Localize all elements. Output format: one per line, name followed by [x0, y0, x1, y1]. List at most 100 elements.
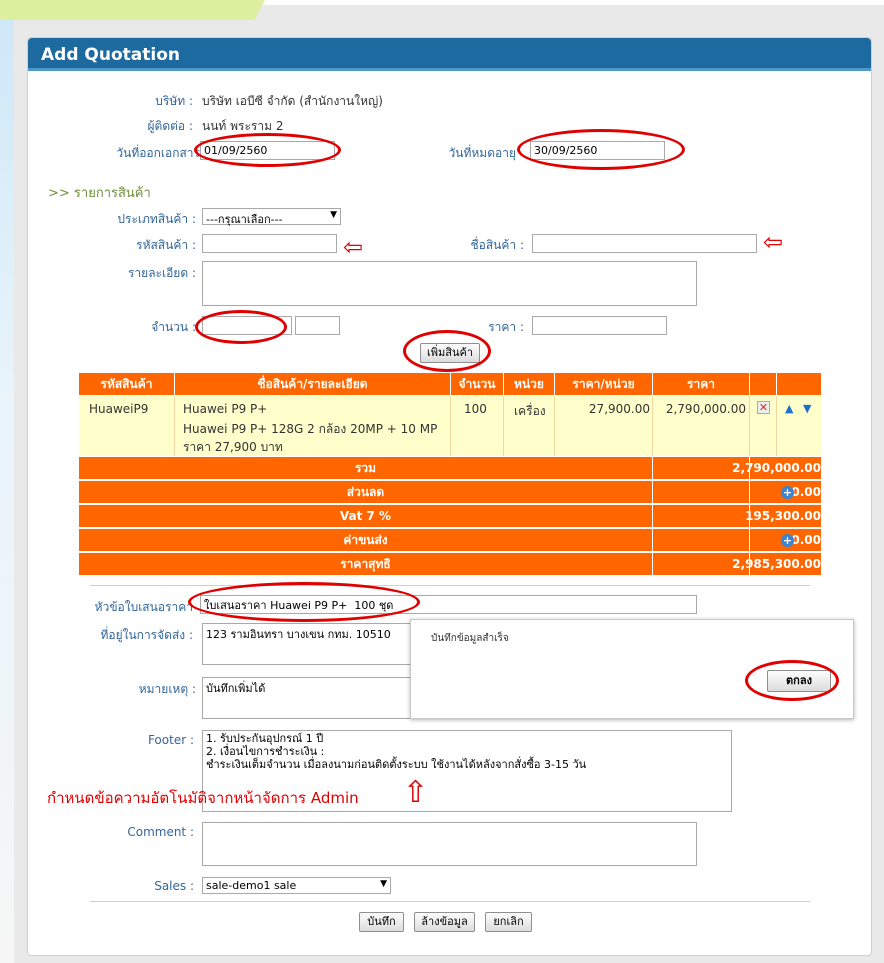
summary-row-shipping: ค่าขนส่ง 0.00 + [79, 529, 821, 551]
summary-row-total: รวม 2,790,000.00 [79, 457, 821, 479]
col-header-name: ชื่อสินค้า/รายละเอียด [175, 373, 450, 395]
summary-divider [749, 505, 750, 527]
success-dialog: บันทึกข้อมูลสำเร็จ ตกลง [410, 619, 854, 719]
company-value: บริษัท เอบีซี จำกัด (สำนักงานใหญ่) [202, 94, 383, 108]
comment-textarea[interactable] [202, 822, 697, 866]
left-strip [0, 20, 14, 963]
arrow-left-icon: ⇦ [343, 233, 364, 261]
price-input[interactable] [532, 316, 667, 335]
cancel-button[interactable]: ยกเลิก [485, 912, 532, 932]
product-name-label: ชื่อสินค้า : [470, 238, 524, 252]
product-code-label: รหัสสินค้า : [136, 238, 196, 252]
summary-divider [749, 457, 750, 479]
page-title: Add Quotation [41, 45, 180, 65]
remark-label: หมายเหตุ : [138, 682, 196, 696]
summary-row-net: ราคาสุทธิ 2,985,300.00 [79, 553, 821, 575]
arrow-left-icon: ⇦ [763, 228, 784, 256]
row-divider [749, 396, 750, 456]
shipping-address-label: ที่อยู่ในการจัดส่ง : [100, 628, 193, 642]
product-detail-label: รายละเอียด : [127, 266, 196, 280]
summary-divider [749, 481, 750, 503]
admin-note-annotation: กำหนดข้อความอัตโนมัติจากหน้าจัดการ Admin [47, 789, 359, 807]
summary-divider [652, 529, 653, 551]
row-qty: 100 [464, 402, 487, 416]
dialog-message: บันทึกข้อมูลสำเร็จ [431, 633, 509, 644]
chevron-down-icon: ▼ [380, 879, 387, 889]
delete-icon[interactable]: ✕ [757, 401, 770, 414]
row-unit: เครื่อง [514, 404, 546, 418]
contact-label: ผู้ติดต่อ : [147, 119, 193, 133]
row-name-line-1: Huawei P9 P+ [183, 402, 268, 416]
summary-discount-value: 0.00 [791, 485, 821, 499]
col-header-unit-price: ราคา/หน่วย [555, 373, 652, 395]
summary-row-discount: ส่วนลด 0.00 + [79, 481, 821, 503]
summary-total-value: 2,790,000.00 [732, 461, 821, 475]
summary-net-value: 2,985,300.00 [732, 557, 821, 571]
summary-discount-label: ส่วนลด [346, 485, 385, 499]
sales-value: sale-demo1 sale [206, 879, 297, 892]
add-product-button[interactable]: เพิ่มสินค้า [420, 343, 480, 363]
comment-label: Comment : [127, 825, 194, 839]
summary-total-label: รวม [354, 461, 377, 475]
arrow-up-icon: ⇧ [403, 775, 429, 810]
summary-row-vat: Vat 7 % 195,300.00 [79, 505, 821, 527]
summary-divider [652, 457, 653, 479]
move-up-icon[interactable]: ▲ [785, 402, 793, 415]
top-tab-accent [0, 0, 265, 20]
divider-line [90, 585, 810, 586]
row-divider [174, 396, 175, 456]
quantity-input[interactable] [202, 316, 292, 335]
sales-select[interactable]: sale-demo1 sale ▼ [202, 877, 391, 894]
footer-label: Footer : [147, 733, 194, 747]
col-header-order [777, 373, 821, 395]
row-name-line-2: Huawei P9 P+ 128G 2 กล้อง 20MP + 10 MP [183, 422, 438, 436]
product-detail-textarea[interactable] [202, 261, 697, 306]
summary-shipping-label: ค่าขนส่ง [343, 533, 388, 547]
product-type-value: ---กรุณาเลือก--- [206, 213, 283, 226]
company-label: บริษัท : [155, 94, 193, 108]
divider-line [90, 901, 810, 902]
issue-date-label: วันที่ออกเอกสาร [116, 146, 200, 160]
expiry-date-label: วันที่หมดอายุ [448, 146, 516, 160]
quote-subject-input[interactable] [200, 595, 697, 614]
price-label: ราคา : [488, 320, 524, 334]
row-unit-price: 27,900.00 [588, 402, 650, 416]
summary-shipping-value: 0.00 [791, 533, 821, 547]
product-code-input[interactable] [202, 234, 337, 253]
contact-value: นนท์ พระราม 2 [202, 119, 284, 133]
add-shipping-icon[interactable]: + [781, 534, 794, 547]
sales-label: Sales : [154, 879, 194, 893]
row-price: 2,790,000.00 [665, 402, 746, 416]
summary-divider [652, 505, 653, 527]
summary-divider [652, 481, 653, 503]
move-down-icon[interactable]: ▼ [803, 402, 811, 415]
panel-header: Add Quotation [28, 38, 871, 71]
summary-net-label: ราคาสุทธิ [340, 557, 391, 571]
col-header-price: ราคา [653, 373, 749, 395]
summary-vat-value: 195,300.00 [745, 509, 821, 523]
quantity-label: จำนวน : [151, 320, 196, 334]
row-code: HuaweiP9 [89, 402, 149, 416]
summary-divider [749, 553, 750, 575]
items-section-title: >> รายการสินค้า [48, 186, 151, 201]
col-header-delete [750, 373, 776, 395]
product-type-select[interactable]: ---กรุณาเลือก--- ▼ [202, 208, 341, 226]
row-divider [503, 396, 504, 456]
chevron-down-icon: ▼ [330, 210, 337, 220]
row-name-line-3: ราคา 27,900 บาท [183, 440, 283, 454]
col-header-unit: หน่วย [504, 373, 554, 395]
clear-button[interactable]: ล้างข้อมูล [414, 912, 475, 932]
issue-date-input[interactable] [200, 141, 335, 160]
save-button[interactable]: บันทึก [359, 912, 404, 932]
row-divider [776, 396, 777, 456]
product-type-label: ประเภทสินค้า : [117, 212, 196, 226]
col-header-qty: จำนวน [451, 373, 503, 395]
add-discount-icon[interactable]: + [781, 486, 794, 499]
unit-input[interactable] [295, 316, 340, 335]
row-divider [450, 396, 451, 456]
quote-subject-label: หัวข้อใบเสนอราคา [94, 600, 193, 614]
summary-vat-label: Vat 7 % [339, 509, 392, 523]
expiry-date-input[interactable] [530, 141, 665, 160]
dialog-ok-button[interactable]: ตกลง [767, 670, 831, 692]
product-name-input[interactable] [532, 234, 757, 253]
